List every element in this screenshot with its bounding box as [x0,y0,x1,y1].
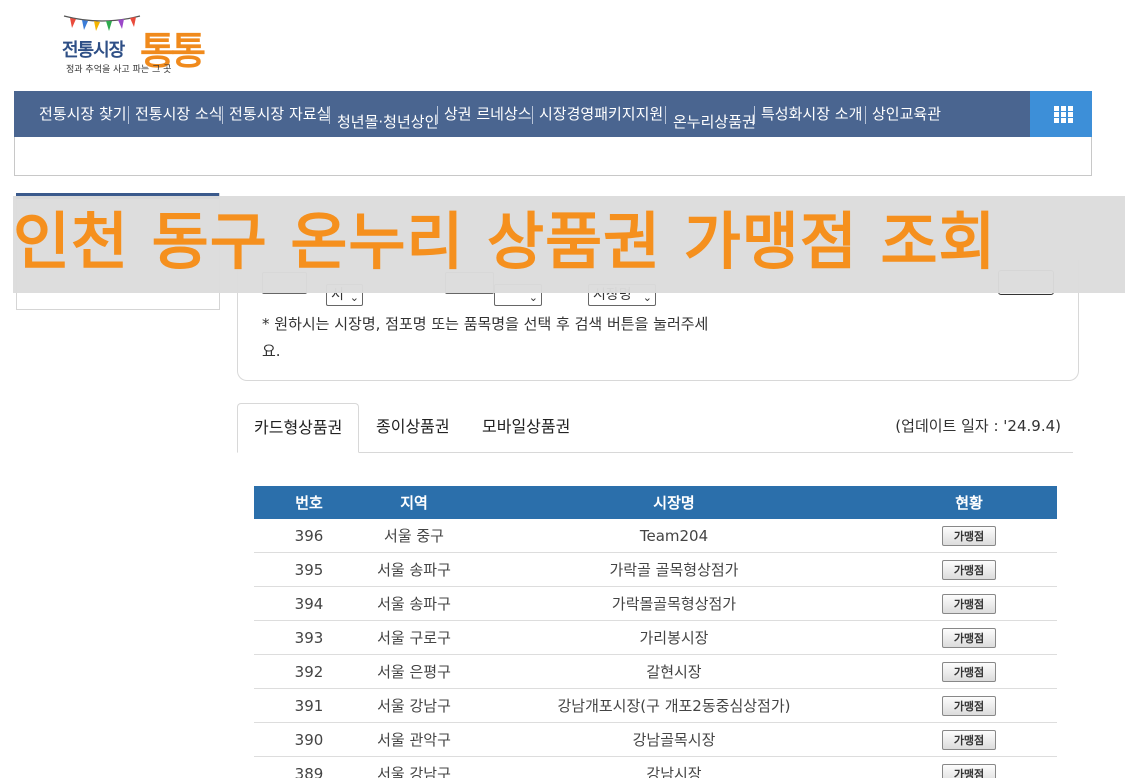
table-row: 395 서울 송파구 가락골 골목형상점가 가맹점 [254,553,1057,587]
table-row: 392 서울 은평구 갈현시장 가맹점 [254,655,1057,689]
table-row: 391 서울 강남구 강남개포시장(구 개포2동중심상점가) 가맹점 [254,689,1057,723]
row-region: 서울 관악구 [377,731,451,749]
tab-mobile-voucher[interactable]: 모바일상품권 [482,403,570,453]
row-number: 390 [294,730,324,749]
row-number: 391 [294,696,324,715]
row-market-name: Team204 [639,526,709,545]
nav-divider [665,106,666,124]
row-status-cell: 가맹점 [914,519,1024,552]
row-number: 395 [294,560,324,579]
row-market-name: 갈현시장 [646,663,702,681]
store-list-button[interactable]: 가맹점 [942,763,996,778]
row-region: 서울 송파구 [377,561,451,579]
store-list-button[interactable]: 가맹점 [942,729,996,750]
row-number: 389 [294,764,324,778]
row-status-cell: 가맹점 [914,757,1024,778]
logo-tagline: 정과 추억을 사고 파는 그 곳 [66,65,172,75]
nav-divider [128,106,129,124]
store-list-button[interactable]: 가맹점 [942,627,996,648]
row-region: 서울 강남구 [377,765,451,778]
main-nav: 전통시장 찾기 전통시장 소식 전통시장 자료실 청년몰·청년상인 상권 르네상… [14,91,1092,137]
nav-item-renaissance[interactable]: 상권 르네상스 [444,91,532,137]
row-number: 393 [294,628,324,647]
row-market-name: 가리봉시장 [639,629,709,647]
logo-text: 전통시장 [62,40,125,61]
row-number: 392 [294,662,324,681]
banner-title: 인천 동구 온누리 상품권 가맹점 조회 [13,205,997,278]
tab-paper-voucher[interactable]: 종이상품권 [376,403,450,453]
nav-item-market-news[interactable]: 전통시장 소식 [135,91,223,137]
row-market-name: 가락몰골목형상점가 [611,595,737,613]
bunting-flags-icon [63,15,141,31]
sub-menu-bar [14,137,1092,176]
nav-divider [329,106,330,124]
table-row: 390 서울 관악구 강남골목시장 가맹점 [254,723,1057,757]
nav-divider [754,106,755,124]
market-table: 번호 지역 시장명 현황 396 서울 중구 Team204 가맹점 395 서울 송파구… [254,486,1057,778]
nav-item-management-package[interactable]: 시장경영패키지지원 [539,91,663,137]
row-status-cell: 가맹점 [914,689,1024,722]
row-market-name: 가락골 골목형상점가 [609,561,739,579]
table-row: 394 서울 송파구 가락몰골목형상점가 가맹점 [254,587,1057,621]
header-market: 시장명 [653,494,695,512]
table-row: 389 서울 강남구 강남시장 가맹점 [254,757,1057,778]
row-market-name: 강남시장 [646,765,702,778]
title-banner: 인천 동구 온누리 상품권 가맹점 조회 [13,196,1125,293]
row-region: 서울 강남구 [377,697,451,715]
row-market-name: 강남골목시장 [632,731,716,749]
nav-divider [865,106,866,124]
table-row: 396 서울 중구 Team204 가맹점 [254,519,1057,553]
nav-item-special-market[interactable]: 특성화시장 소개 [761,91,862,137]
store-list-button[interactable]: 가맹점 [942,593,996,614]
nav-item-market-search[interactable]: 전통시장 찾기 [39,91,127,137]
all-menu-grid-icon[interactable] [1030,91,1092,137]
header-status: 현황 [955,494,983,512]
row-status-cell: 가맹점 [914,655,1024,688]
row-status-cell: 가맹점 [914,723,1024,756]
voucher-tabs: 카드형상품권 종이상품권 모바일상품권 (업데이트 일자 : '24.9.4) [237,403,1073,453]
store-list-button[interactable]: 가맹점 [942,661,996,682]
nav-divider [222,106,223,124]
table-header: 번호 지역 시장명 현황 [254,486,1057,519]
store-list-button[interactable]: 가맹점 [942,525,996,546]
row-status-cell: 가맹점 [914,587,1024,620]
store-list-button[interactable]: 가맹점 [942,695,996,716]
nav-divider [532,106,533,124]
row-status-cell: 가맹점 [914,553,1024,586]
nav-item-merchant-education[interactable]: 상인교육관 [872,91,941,137]
store-list-button[interactable]: 가맹점 [942,559,996,580]
update-date: (업데이트 일자 : '24.9.4) [895,417,1061,435]
row-region: 서울 구로구 [377,629,451,647]
search-help-text: * 원하시는 시장명, 점포명 또는 품목명을 선택 후 검색 버튼을 눌러주세… [262,315,709,360]
row-region: 서울 은평구 [377,663,451,681]
row-number: 394 [294,594,324,613]
row-status-cell: 가맹점 [914,621,1024,654]
tab-card-voucher[interactable]: 카드형상품권 [237,403,360,453]
row-region: 서울 중구 [384,527,444,545]
header-number: 번호 [295,494,323,512]
row-region: 서울 송파구 [377,595,451,613]
site-logo[interactable]: 전통시장 통통 정과 추억을 사고 파는 그 곳 [60,10,206,76]
nav-divider [437,106,438,124]
header-region: 지역 [400,494,428,512]
table-row: 393 서울 구로구 가리봉시장 가맹점 [254,621,1057,655]
row-number: 396 [294,526,324,545]
row-market-name: 강남개포시장(구 개포2동중심상점가) [557,697,791,715]
nav-item-market-archive[interactable]: 전통시장 자료실 [229,91,330,137]
